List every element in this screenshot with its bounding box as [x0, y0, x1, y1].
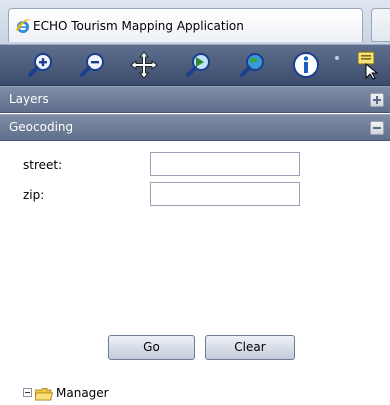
- pan-icon[interactable]: [128, 49, 160, 81]
- layers-panel-title: Layers: [9, 92, 49, 106]
- map-toolbar: [0, 45, 390, 86]
- select-features-icon[interactable]: [352, 49, 384, 81]
- identify-info-icon[interactable]: [290, 49, 322, 81]
- collapse-minus-icon[interactable]: [370, 121, 384, 135]
- zoom-previous-icon[interactable]: [182, 49, 214, 81]
- zoom-full-extent-icon[interactable]: [236, 49, 268, 81]
- expand-plus-icon[interactable]: [370, 93, 384, 107]
- zip-input[interactable]: [150, 182, 300, 206]
- go-button[interactable]: Go: [108, 335, 195, 360]
- clear-button[interactable]: Clear: [205, 335, 295, 360]
- internet-explorer-icon: [14, 17, 32, 35]
- browser-tab-title: ECHO Tourism Mapping Application: [33, 19, 244, 33]
- toolbar-separator: [335, 56, 339, 60]
- zip-label: zip:: [23, 188, 45, 202]
- street-input[interactable]: [150, 152, 300, 176]
- browser-tab-strip: ECHO Tourism Mapping Application: [0, 0, 390, 45]
- layers-panel-header[interactable]: Layers: [0, 86, 390, 113]
- tree-collapse-icon[interactable]: [23, 388, 32, 397]
- zoom-out-icon[interactable]: [76, 49, 108, 81]
- street-label: street:: [23, 158, 63, 172]
- folder-open-icon: [34, 386, 54, 401]
- tree-node-label: Manager: [56, 386, 109, 400]
- geocoding-panel-header[interactable]: Geocoding: [0, 114, 390, 141]
- zoom-in-icon[interactable]: [24, 49, 56, 81]
- browser-tab[interactable]: ECHO Tourism Mapping Application: [8, 8, 363, 42]
- geocoding-panel-title: Geocoding: [9, 120, 74, 134]
- new-tab-button[interactable]: [371, 8, 390, 42]
